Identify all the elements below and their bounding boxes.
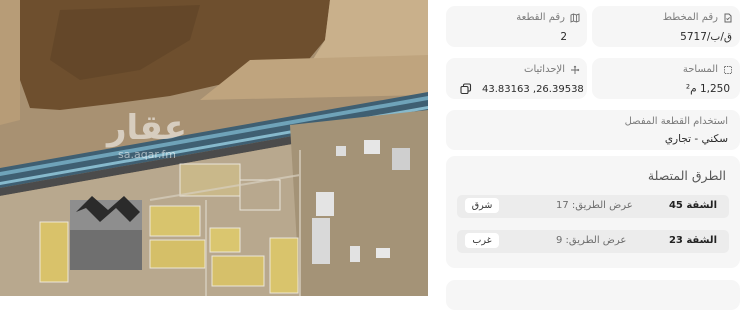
- map-imagery: [0, 0, 428, 296]
- land-use-label: استخدام القطعة المفصل: [624, 116, 728, 127]
- plan-number-value: ق/ب/5717: [680, 31, 732, 43]
- satellite-map[interactable]: عقار sa.aqar.fm: [0, 0, 428, 296]
- plot-number-card: رقم القطعة 2: [446, 6, 587, 47]
- plot-number-value: 2: [560, 31, 567, 43]
- land-use-card: استخدام القطعة المفصل سكني - تجاري: [446, 110, 740, 150]
- aqar-watermark-logo: عقار sa.aqar.fm: [92, 108, 202, 168]
- area-value: 1,250 م²: [685, 83, 730, 95]
- road-name: الشقة 45: [668, 200, 717, 211]
- connected-roads-title: الطرق المتصلة: [647, 168, 726, 183]
- area-label: المساحة: [682, 64, 718, 75]
- plan-number-card: رقم المخطط ق/ب/5717: [592, 6, 740, 47]
- road-row: الشقة 45 عرض الطريق: 17 شرق: [457, 195, 729, 218]
- map-icon: [570, 13, 580, 23]
- next-section-card: [446, 280, 740, 310]
- connected-roads-card: الطرق المتصلة الشقة 45 عرض الطريق: 17 شر…: [446, 156, 740, 268]
- road-width: عرض الطريق: 17: [556, 200, 633, 211]
- coordinates-value: 43.83163 ,26.39538: [482, 84, 584, 95]
- road-width: عرض الطريق: 9: [556, 235, 627, 246]
- plan-number-label: رقم المخطط: [662, 12, 718, 23]
- area-card: المساحة 1,250 م²: [592, 58, 740, 99]
- land-use-value: سكني - تجاري: [664, 133, 728, 145]
- road-name: الشقة 23: [668, 235, 717, 246]
- road-direction-badge: غرب: [465, 233, 499, 248]
- road-row: الشقة 23 عرض الطريق: 9 غرب: [457, 230, 729, 253]
- area-icon: [724, 66, 732, 74]
- coordinates-icon: [571, 65, 580, 74]
- watermark-url: sa.aqar.fm: [117, 148, 177, 161]
- coordinates-label: الإحداثيات: [524, 64, 565, 75]
- document-icon: [724, 13, 732, 23]
- copy-icon[interactable]: [460, 83, 472, 95]
- road-direction-badge: شرق: [465, 198, 499, 213]
- coordinates-card: الإحداثيات 43.83163 ,26.39538: [446, 58, 587, 99]
- plot-number-label: رقم القطعة: [516, 12, 565, 23]
- watermark-brand: عقار: [106, 108, 188, 148]
